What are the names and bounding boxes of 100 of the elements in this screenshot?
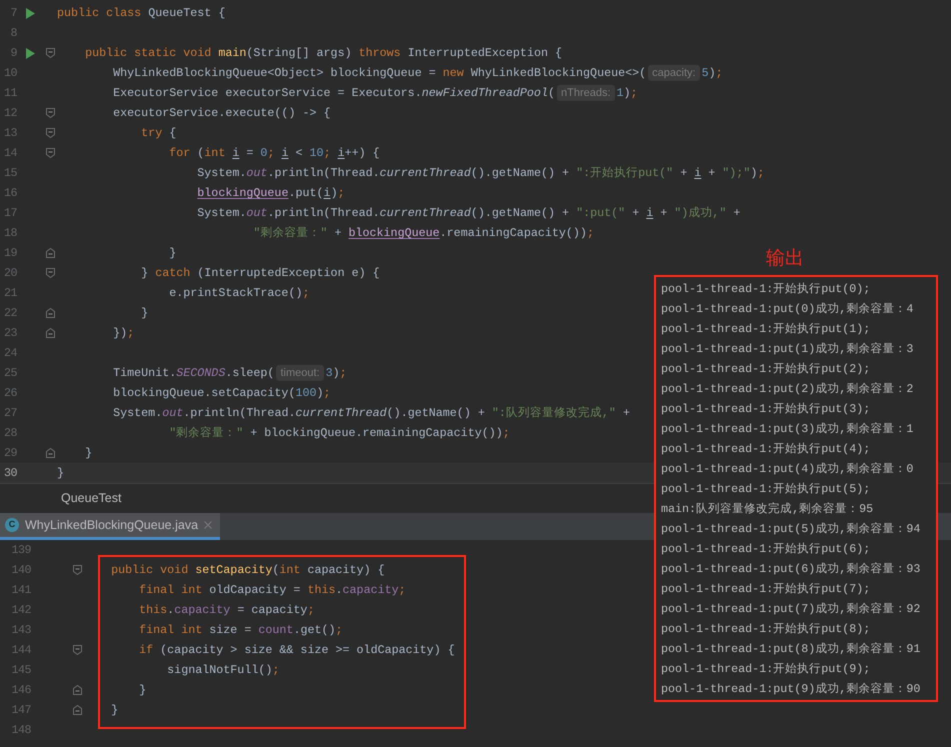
line-number: 14 — [2, 145, 17, 162]
line-number: 142 — [10, 602, 31, 619]
code-line: System.out.println(Thread.currentThread().getName() + ":put(" + i + ")成功," + — [196, 205, 740, 222]
output-line: pool-1-thread-1:put(1)成功,剩余容量：3 — [661, 341, 914, 358]
output-line: pool-1-thread-1:开始执行put(2); — [661, 361, 870, 378]
code-line: public static void main(String[] args) throws InterruptedException { — [84, 45, 562, 62]
code-line: } — [110, 702, 118, 719]
line-number: 21 — [2, 285, 17, 302]
class-icon: C — [5, 518, 19, 532]
line-number: 139 — [10, 542, 31, 559]
code-line: ExecutorService executorService = Executors.newFixedThreadPool( nThreads: 1); — [112, 84, 638, 103]
line-number: 23 — [2, 325, 17, 342]
run-icon[interactable] — [26, 8, 35, 18]
fold-icon[interactable] — [46, 108, 55, 118]
output-line: pool-1-thread-1:开始执行put(9); — [661, 661, 870, 678]
fold-icon[interactable] — [46, 128, 55, 138]
line-number: 13 — [2, 125, 17, 142]
code-line: "剩余容量：" + blockingQueue.remainingCapacity()); — [168, 425, 510, 442]
line-number: 140 — [10, 562, 31, 579]
code-line: final int oldCapacity = this.capacity; — [138, 582, 406, 599]
fold-icon[interactable] — [46, 448, 55, 458]
output-line: pool-1-thread-1:put(8)成功,剩余容量：91 — [661, 641, 920, 658]
line-number: 11 — [2, 85, 17, 102]
code-line: this.capacity = capacity; — [138, 602, 314, 619]
run-icon[interactable] — [26, 48, 35, 58]
line-number: 9 — [9, 45, 17, 62]
output-line: pool-1-thread-1:put(0)成功,剩余容量：4 — [661, 301, 914, 318]
output-line: pool-1-thread-1:put(2)成功,剩余容量：2 — [661, 381, 914, 398]
line-number: 15 — [2, 165, 17, 182]
fold-icon[interactable] — [46, 328, 55, 338]
line-number: 27 — [2, 405, 17, 422]
code-line: System.out.println(Thread.currentThread().getName() + ":开始执行put(" + i + ");"); — [196, 165, 764, 182]
output-line: pool-1-thread-1:put(4)成功,剩余容量：0 — [661, 461, 914, 478]
output-line: pool-1-thread-1:put(9)成功,剩余容量：90 — [661, 681, 920, 698]
code-line: } — [168, 245, 176, 262]
output-line: pool-1-thread-1:put(6)成功,剩余容量：93 — [661, 561, 920, 578]
code-line: } — [57, 465, 64, 482]
line-number: 143 — [10, 622, 31, 639]
line-number: 148 — [10, 722, 31, 739]
code-line: }); — [112, 325, 134, 342]
line-number: 24 — [2, 345, 17, 362]
line-number: 141 — [10, 582, 31, 599]
output-line: pool-1-thread-1:开始执行put(1); — [661, 321, 870, 338]
line-number: 20 — [2, 265, 17, 282]
fold-icon[interactable] — [72, 685, 82, 695]
code-line: if (capacity > size && size >= oldCapacity) { — [138, 642, 455, 659]
output-line: pool-1-thread-1:开始执行put(6); — [661, 541, 870, 558]
code-line: TimeUnit.SECONDS.sleep( timeout: 3); — [112, 364, 347, 383]
code-line: public class QueueTest { — [57, 5, 226, 22]
output-line: main:队列容量修改完成,剩余容量：95 — [661, 501, 874, 518]
line-number: 26 — [2, 385, 17, 402]
code-line: } — [84, 445, 92, 462]
output-line: pool-1-thread-1:开始执行put(4); — [661, 441, 870, 458]
fold-icon[interactable] — [46, 248, 55, 258]
line-number: 25 — [2, 365, 17, 382]
code-line: } — [140, 305, 148, 322]
line-number: 16 — [2, 185, 17, 202]
fold-icon[interactable] — [46, 48, 55, 58]
fold-icon[interactable] — [46, 308, 55, 318]
fold-icon[interactable] — [72, 705, 82, 715]
line-number: 146 — [10, 682, 31, 699]
output-line: pool-1-thread-1:put(7)成功,剩余容量：92 — [661, 601, 920, 618]
code-line: } catch (InterruptedException e) { — [140, 265, 380, 282]
code-line: "剩余容量：" + blockingQueue.remainingCapacity()); — [252, 225, 594, 242]
line-number: 30 — [2, 465, 17, 482]
fold-icon[interactable] — [46, 268, 55, 278]
line-number: 8 — [9, 25, 17, 42]
breadcrumb-item[interactable]: QueueTest — [61, 489, 122, 508]
code-line: final int size = count.get(); — [138, 622, 343, 639]
line-number: 10 — [2, 65, 17, 82]
line-number: 7 — [9, 5, 17, 22]
code-line: for (int i = 0; i < 10; i++) { — [168, 145, 380, 162]
fold-icon[interactable] — [72, 565, 82, 575]
line-number: 144 — [10, 642, 31, 659]
fold-icon[interactable] — [46, 148, 55, 158]
output-line: pool-1-thread-1:开始执行put(3); — [661, 401, 870, 418]
output-label: 输出 — [766, 247, 804, 271]
output-line: pool-1-thread-1:开始执行put(0); — [661, 281, 870, 298]
code-line: executorService.execute(() -> { — [112, 105, 331, 122]
code-line: blockingQueue.setCapacity(100); — [112, 385, 331, 402]
output-line: pool-1-thread-1:put(5)成功,剩余容量：94 — [661, 521, 920, 538]
code-line: System.out.println(Thread.currentThread().getName() + ":队列容量修改完成," + — [112, 405, 630, 422]
code-line: e.printStackTrace(); — [168, 285, 310, 302]
line-number: 12 — [2, 105, 17, 122]
code-line: public void setCapacity(int capacity) { — [110, 562, 385, 579]
output-line: pool-1-thread-1:开始执行put(5); — [661, 481, 870, 498]
code-line: signalNotFull(); — [166, 662, 280, 679]
line-number: 29 — [2, 445, 17, 462]
line-number: 145 — [10, 662, 31, 679]
line-number: 19 — [2, 245, 17, 262]
output-line: pool-1-thread-1:开始执行put(7); — [661, 581, 870, 598]
line-number: 28 — [2, 425, 17, 442]
output-line: pool-1-thread-1:开始执行put(8); — [661, 621, 870, 638]
line-number: 147 — [10, 702, 31, 719]
output-line: pool-1-thread-1:put(3)成功,剩余容量：1 — [661, 421, 914, 438]
code-line: } — [138, 682, 146, 699]
code-line: blockingQueue.put(i); — [196, 185, 345, 202]
line-number: 18 — [2, 225, 17, 242]
file-tab[interactable]: C WhyLinkedBlockingQueue.java — [0, 513, 220, 540]
fold-icon[interactable] — [72, 645, 82, 655]
